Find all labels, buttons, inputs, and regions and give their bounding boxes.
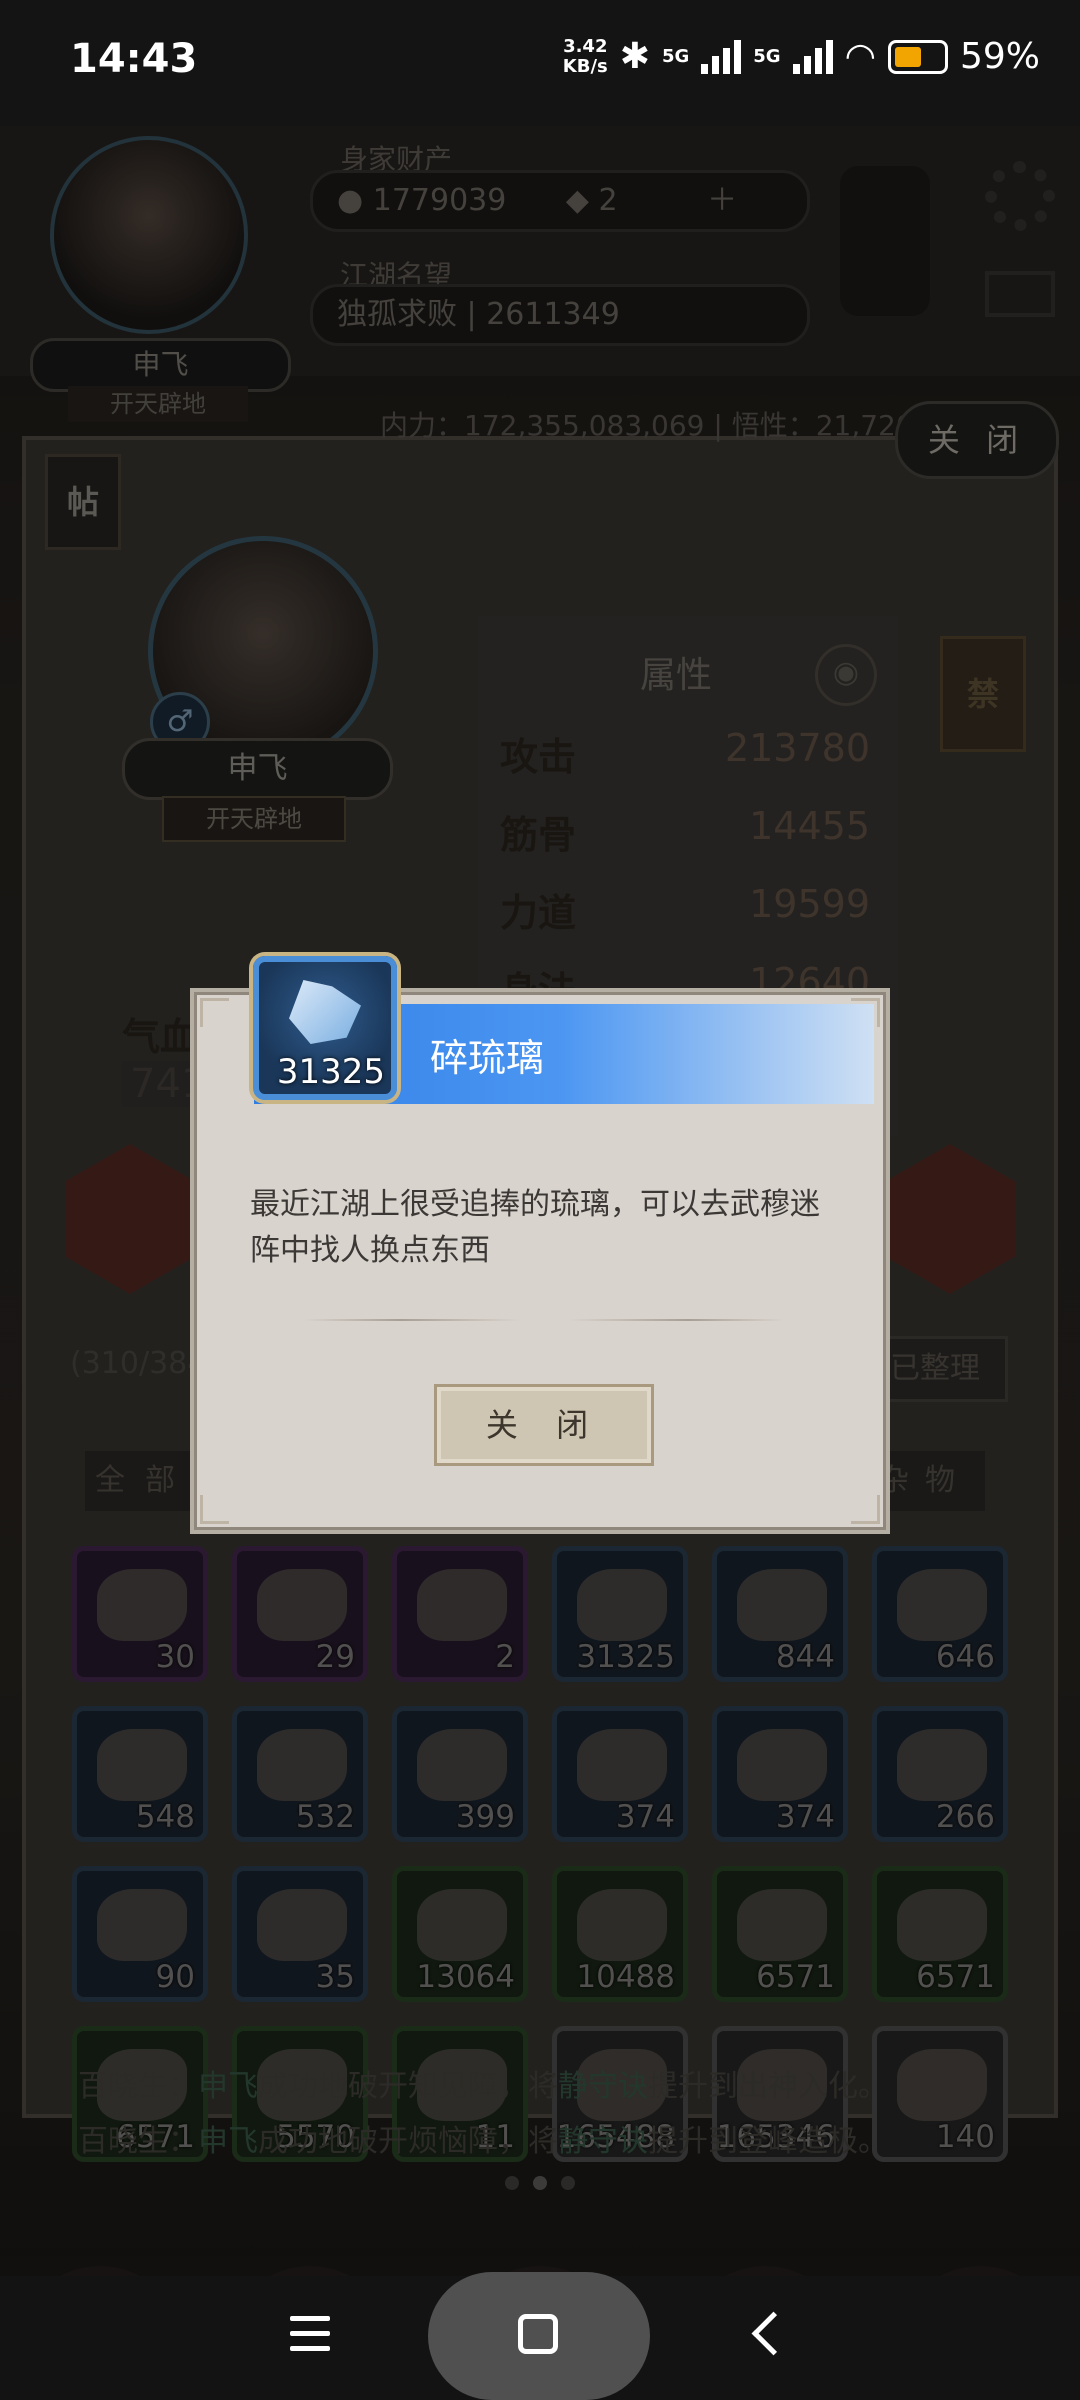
- item-detail-dialog: 31325 碎琉璃 最近江湖上很受追捧的琉璃，可以去武穆迷阵中找人换点东西 关 …: [190, 956, 890, 1534]
- corner-ornament: [200, 998, 229, 1027]
- clock: 14:43: [70, 36, 198, 82]
- item-icon: 31325: [253, 956, 397, 1100]
- item-count: 31325: [276, 1052, 385, 1092]
- item-name: 碎琉璃: [430, 1036, 545, 1080]
- sim2-type: 5G: [753, 46, 781, 67]
- home-icon[interactable]: [518, 2314, 558, 2354]
- battery-percent: 59%: [959, 36, 1040, 77]
- battery-icon: [887, 39, 948, 74]
- recent-apps-icon[interactable]: [290, 2316, 330, 2352]
- signal-bars-icon: [701, 39, 742, 74]
- wifi-icon: ◠: [844, 36, 876, 77]
- corner-ornament: [200, 1495, 229, 1524]
- status-bar: 14:43 3.42 KB/s ✱ 5G 5G ◠ 59%: [0, 0, 1080, 126]
- item-description: 最近江湖上很受追捧的琉璃，可以去武穆迷阵中找人换点东西: [250, 1187, 820, 1268]
- network-speed: 3.42 KB/s: [562, 35, 608, 77]
- screen: 14:43 3.42 KB/s ✱ 5G 5G ◠ 59% 申飞 开天辟地 身家…: [0, 0, 1080, 2400]
- dialog-close-button[interactable]: 关 闭: [434, 1384, 654, 1466]
- glass-shard-icon: [289, 980, 361, 1044]
- signal-bars-icon: [792, 39, 833, 74]
- divider: [304, 1319, 784, 1321]
- status-icons: 3.42 KB/s ✱ 5G 5G ◠ 59%: [563, 36, 1040, 77]
- bluetooth-icon: ✱: [619, 36, 650, 77]
- sim1-type: 5G: [661, 46, 690, 67]
- corner-ornament: [851, 1495, 880, 1524]
